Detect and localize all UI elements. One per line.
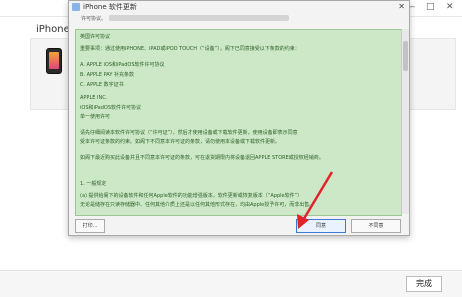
license-line: iOS和iPadOS软件许可协议	[80, 105, 142, 111]
print-button[interactable]: 打印...	[75, 219, 105, 233]
dialog-title-bar: iPhone 软件更新 ✕	[69, 1, 409, 13]
license-line: 受本许可证条款的约束。如阁下不同意本许可证的条款，请勿使用本设备或下载软件更新。	[80, 139, 281, 145]
license-line: 无论是储存在只读存储器中、任何其他介质上还是以任何其他形式存在，均由Apple授…	[80, 202, 315, 208]
license-line: B. APPLE PAY 补充条款	[80, 72, 134, 78]
blurred-text	[109, 15, 289, 21]
license-line: 请先仔细阅读本软件许可协议（“许可证”），然后才使用设备或下载软件更新，使用设备…	[80, 130, 298, 136]
iphone-icon	[46, 48, 62, 74]
license-line: (a) 提供给阁下的设备软件和任何Apple软件的功能增强版本，软件更新或恢复版…	[80, 193, 303, 199]
close-window-button[interactable]: ✕	[446, 2, 454, 12]
license-line: A. APPLE iOS和iPadOS软件许可协议	[80, 62, 165, 68]
license-text-area[interactable]: 英国许可协议 重要事项：通过使用iPHONE、iPAD或iPOD TOUCH（“…	[75, 29, 402, 216]
maximize-button[interactable]: □	[426, 2, 435, 12]
license-line: 重要事项：通过使用iPHONE、iPAD或iPOD TOUCH（“设备”），阁下…	[80, 46, 300, 52]
done-button[interactable]: 完成	[406, 276, 442, 292]
license-line: 单一使用许可	[80, 114, 111, 120]
dialog-title: iPhone 软件更新	[83, 3, 137, 11]
scroll-thumb[interactable]	[403, 41, 408, 71]
dialog-subtitle: 许可协议。	[81, 16, 107, 22]
vertical-scrollbar[interactable]	[401, 29, 409, 214]
disagree-button[interactable]: 不同意	[351, 219, 401, 233]
license-line: 如阁下最近购买此设备并且不同意本许可证的条款，可在退货期限内将设备退回APPLE…	[80, 155, 324, 161]
bottom-bar	[0, 270, 462, 297]
license-line: 英国许可协议	[80, 34, 111, 40]
window-controls: — □ ✕	[402, 0, 462, 14]
license-line: APPLE INC.	[80, 95, 108, 101]
agree-button[interactable]: 同意	[296, 219, 346, 233]
dialog-close-button[interactable]: ✕	[398, 1, 405, 13]
license-line: C. APPLE 数字证书	[80, 82, 124, 88]
software-update-dialog: iPhone 软件更新 ✕ 许可协议。 英国许可协议 重要事项：通过使用iPHO…	[68, 0, 410, 236]
license-line: 1. 一般规定	[80, 181, 107, 187]
app-icon	[72, 3, 80, 11]
